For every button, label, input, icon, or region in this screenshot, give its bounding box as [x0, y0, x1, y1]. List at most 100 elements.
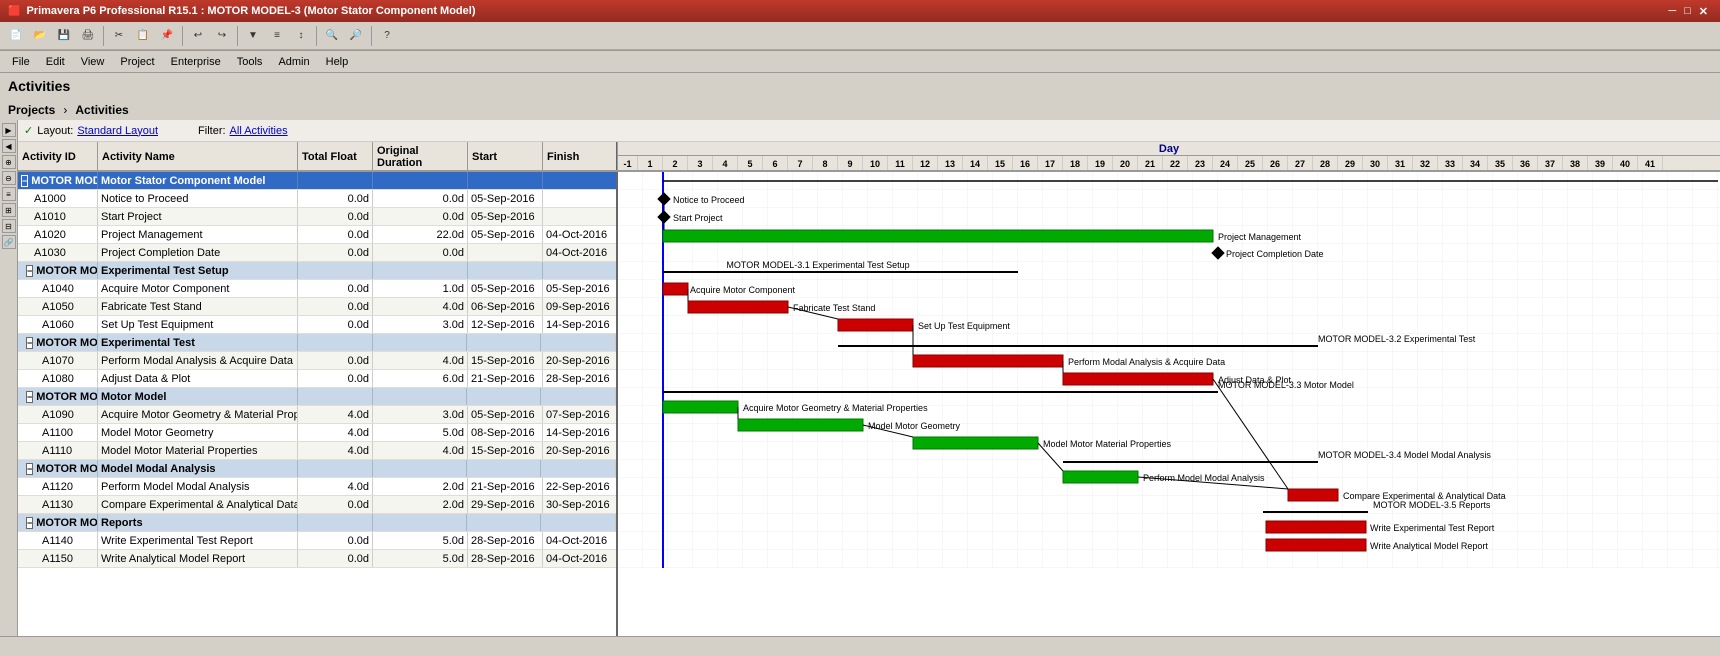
nav-btn-2[interactable]: ◀ [2, 139, 16, 153]
table-row[interactable]: A1020 Project Management 0.0d 22.0d 05-S… [18, 226, 616, 244]
collapse-icon[interactable]: − [21, 175, 28, 187]
nav-btn-8[interactable]: 🔗 [2, 235, 16, 249]
filter-name[interactable]: All Activities [230, 125, 288, 137]
cell-dur: 5.0d [373, 532, 468, 549]
cell-finish: 20-Sep-2016 [543, 442, 618, 459]
maximize-btn[interactable]: □ [1684, 5, 1691, 17]
close-btn[interactable]: ✕ [1699, 5, 1708, 18]
table-row[interactable]: A1140 Write Experimental Test Report 0.0… [18, 532, 616, 550]
table-row[interactable]: A1070 Perform Modal Analysis & Acquire D… [18, 352, 616, 370]
cell-start: 15-Sep-2016 [468, 352, 543, 369]
layout-filter-bar: ✓ Layout: Standard Layout Filter: All Ac… [18, 120, 1720, 142]
nav-btn-7[interactable]: ⊟ [2, 219, 16, 233]
table-row[interactable]: − MOTOR MODEL-3.1 Experimental Test Setu… [18, 262, 616, 280]
filter-btn[interactable]: ▼ [242, 25, 264, 47]
zoom-out-btn[interactable]: 🔎 [345, 25, 367, 47]
collapse-icon[interactable]: − [26, 265, 33, 277]
table-row[interactable]: A1040 Acquire Motor Component 0.0d 1.0d … [18, 280, 616, 298]
table-row[interactable]: A1000 Notice to Proceed 0.0d 0.0d 05-Sep… [18, 190, 616, 208]
table-row[interactable]: A1080 Adjust Data & Plot 0.0d 6.0d 21-Se… [18, 370, 616, 388]
paste-btn[interactable]: 📌 [156, 25, 178, 47]
nav-btn-4[interactable]: ⊖ [2, 171, 16, 185]
help-btn[interactable]: ? [376, 25, 398, 47]
group-btn[interactable]: ≡ [266, 25, 288, 47]
cell-float: 0.0d [298, 226, 373, 243]
collapse-icon[interactable]: − [26, 391, 33, 403]
collapse-icon[interactable]: − [26, 337, 33, 349]
zoom-in-btn[interactable]: 🔍 [321, 25, 343, 47]
undo-btn[interactable]: ↩ [187, 25, 209, 47]
cell-id: A1140 [18, 532, 98, 549]
cell-finish: 22-Sep-2016 [543, 478, 618, 495]
cell-finish: 28-Sep-2016 [543, 370, 618, 387]
col-header-float: Total Float [298, 142, 373, 172]
svg-text:Write Analytical Model Report: Write Analytical Model Report [1370, 541, 1488, 551]
table-row[interactable]: − MOTOR MODEL-3 Motor Stator Component M… [18, 172, 616, 190]
table-row[interactable]: A1030 Project Completion Date 0.0d 0.0d … [18, 244, 616, 262]
new-btn[interactable]: 📄 [5, 25, 27, 47]
table-row[interactable]: A1150 Write Analytical Model Report 0.0d… [18, 550, 616, 568]
cell-finish: 04-Oct-2016 [543, 550, 618, 567]
svg-text:Set Up Test Equipment: Set Up Test Equipment [918, 321, 1010, 331]
table-row[interactable]: A1130 Compare Experimental & Analytical … [18, 496, 616, 514]
copy-btn[interactable]: 📋 [132, 25, 154, 47]
collapse-icon[interactable]: − [26, 517, 33, 529]
svg-text:Model Motor Material Propertie: Model Motor Material Properties [1043, 439, 1172, 449]
breadcrumb-projects[interactable]: Projects [8, 103, 55, 117]
cell-float [298, 262, 373, 279]
cell-dur [373, 172, 468, 189]
redo-btn[interactable]: ↪ [211, 25, 233, 47]
nav-btn-3[interactable]: ⊕ [2, 155, 16, 169]
menu-edit[interactable]: Edit [38, 54, 73, 70]
cut-btn[interactable]: ✂ [108, 25, 130, 47]
svg-text:Project Completion Date: Project Completion Date [1226, 249, 1324, 259]
table-row[interactable]: A1050 Fabricate Test Stand 0.0d 4.0d 06-… [18, 298, 616, 316]
cell-finish: 14-Sep-2016 [543, 424, 618, 441]
left-data-panel: − MOTOR MODEL-3 Motor Stator Component M… [18, 172, 618, 636]
menu-project[interactable]: Project [112, 54, 162, 70]
layout-name[interactable]: Standard Layout [77, 125, 158, 137]
nav-btn-6[interactable]: ⊞ [2, 203, 16, 217]
page-header: Activities [0, 73, 1720, 99]
menu-view[interactable]: View [73, 54, 113, 70]
cell-float: 0.0d [298, 550, 373, 567]
cell-dur: 0.0d [373, 208, 468, 225]
svg-text:MOTOR MODEL-3.5 Reports: MOTOR MODEL-3.5 Reports [1373, 500, 1491, 510]
side-nav: ▶ ◀ ⊕ ⊖ ≡ ⊞ ⊟ 🔗 [0, 120, 18, 636]
nav-btn-1[interactable]: ▶ [2, 123, 16, 137]
cell-finish: 07-Sep-2016 [543, 406, 618, 423]
table-row[interactable]: − MOTOR MODEL-3.3 Motor Model [18, 388, 616, 406]
table-row[interactable]: A1100 Model Motor Geometry 4.0d 5.0d 08-… [18, 424, 616, 442]
cell-name: Notice to Proceed [98, 190, 298, 207]
cell-float: 0.0d [298, 496, 373, 513]
minimize-btn[interactable]: ─ [1668, 5, 1676, 17]
open-btn[interactable]: 📂 [29, 25, 51, 47]
table-row[interactable]: − MOTOR MODEL-3.4 Model Modal Analysis [18, 460, 616, 478]
cell-start: 28-Sep-2016 [468, 532, 543, 549]
sort-btn[interactable]: ↕ [290, 25, 312, 47]
col-header-finish: Finish [543, 142, 618, 172]
nav-btn-5[interactable]: ≡ [2, 187, 16, 201]
print-btn[interactable]: 🖨 [77, 25, 99, 47]
menu-help[interactable]: Help [318, 54, 357, 70]
save-btn[interactable]: 💾 [53, 25, 75, 47]
svg-text:Perform Model Modal Analysis: Perform Model Modal Analysis [1143, 473, 1265, 483]
table-row[interactable]: A1110 Model Motor Material Properties 4.… [18, 442, 616, 460]
cell-name: Motor Model [98, 388, 298, 405]
menu-admin[interactable]: Admin [270, 54, 317, 70]
cell-float: 0.0d [298, 190, 373, 207]
table-row[interactable]: A1090 Acquire Motor Geometry & Material … [18, 406, 616, 424]
menu-enterprise[interactable]: Enterprise [163, 54, 229, 70]
table-row[interactable]: − MOTOR MODEL-3.5 Reports [18, 514, 616, 532]
cell-float: 0.0d [298, 370, 373, 387]
table-row[interactable]: A1060 Set Up Test Equipment 0.0d 3.0d 12… [18, 316, 616, 334]
menu-file[interactable]: File [4, 54, 38, 70]
table-row[interactable]: A1120 Perform Model Modal Analysis 4.0d … [18, 478, 616, 496]
cell-name: Motor Stator Component Model [98, 172, 298, 189]
cell-start: 29-Sep-2016 [468, 496, 543, 513]
table-row[interactable]: − MOTOR MODEL-3.2 Experimental Test [18, 334, 616, 352]
table-row[interactable]: A1010 Start Project 0.0d 0.0d 05-Sep-201… [18, 208, 616, 226]
svg-text:Write Experimental Test Report: Write Experimental Test Report [1370, 523, 1495, 533]
menu-tools[interactable]: Tools [229, 54, 271, 70]
collapse-icon[interactable]: − [26, 463, 33, 475]
